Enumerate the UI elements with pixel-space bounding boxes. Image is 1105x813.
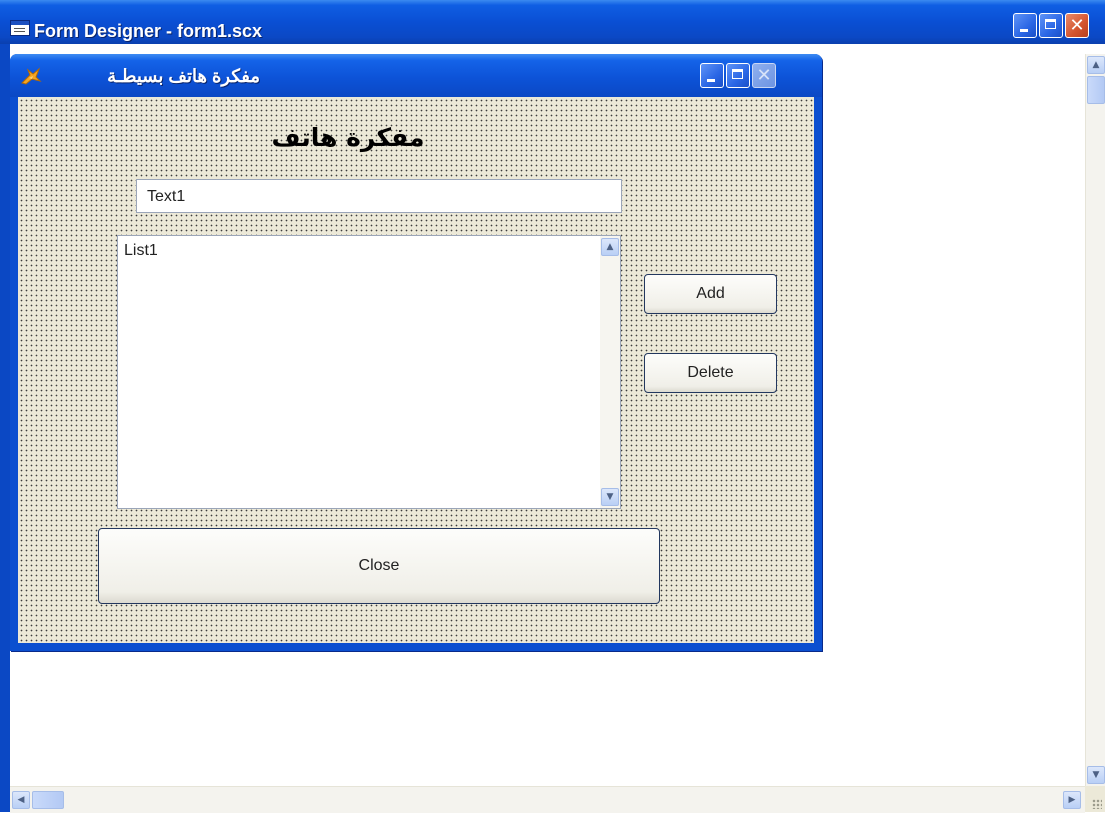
maximize-icon xyxy=(732,69,743,79)
scroll-right-button[interactable]: ▶ xyxy=(1063,791,1081,809)
form-minimize-button[interactable] xyxy=(700,63,724,88)
add-button[interactable]: Add xyxy=(644,274,777,314)
list1-listbox[interactable]: List1 ▲ ▼ xyxy=(117,235,621,509)
close-icon: ✕ xyxy=(1069,15,1085,36)
minimize-icon xyxy=(707,79,715,82)
listbox-scroll-down-button[interactable]: ▼ xyxy=(601,488,619,506)
text1-textbox[interactable]: Text1 xyxy=(136,179,622,213)
form-designer-icon xyxy=(10,20,30,36)
window-border xyxy=(0,44,10,812)
minimize-icon xyxy=(1020,29,1028,32)
form-window[interactable]: مفكرة هاتف بسيطـة ✕ مفكرة هاتف Text1 Lis… xyxy=(10,54,822,651)
form-titlebar[interactable]: مفكرة هاتف بسيطـة ✕ xyxy=(10,54,822,97)
form-close-button: ✕ xyxy=(752,63,776,88)
listbox-caption: List1 xyxy=(124,242,158,259)
delete-button[interactable]: Delete xyxy=(644,353,777,393)
form-designer-title: Form Designer - form1.scx xyxy=(34,21,263,41)
close-icon: ✕ xyxy=(756,65,772,86)
scroll-down-button[interactable]: ▼ xyxy=(1087,766,1105,784)
maximize-icon xyxy=(1045,19,1056,29)
vertical-scroll-thumb[interactable] xyxy=(1087,76,1105,104)
form-maximize-button[interactable] xyxy=(726,63,750,88)
horizontal-scroll-thumb[interactable] xyxy=(32,791,64,809)
scroll-up-button[interactable]: ▲ xyxy=(1087,56,1105,74)
form-title-label[interactable]: مفكرة هاتف xyxy=(248,123,448,152)
scroll-left-button[interactable]: ◀ xyxy=(12,791,30,809)
minimize-button[interactable] xyxy=(1013,13,1037,38)
foxpro-icon xyxy=(20,66,42,86)
close-button[interactable]: ✕ xyxy=(1065,13,1089,38)
listbox-scroll-up-button[interactable]: ▲ xyxy=(601,238,619,256)
listbox-scrollbar[interactable]: ▲ ▼ xyxy=(600,236,620,508)
resize-grip[interactable] xyxy=(1085,786,1105,812)
vertical-scrollbar[interactable]: ▲ ▼ xyxy=(1085,54,1105,786)
maximize-button[interactable] xyxy=(1039,13,1063,38)
form-designer-titlebar[interactable]: Form Designer - form1.scx ✕ xyxy=(0,0,1105,44)
close-form-button[interactable]: Close xyxy=(98,528,660,604)
horizontal-scrollbar[interactable]: ◀ ▶ xyxy=(10,786,1085,813)
form-design-canvas[interactable]: مفكرة هاتف Text1 List1 ▲ ▼ Add Delete Cl… xyxy=(18,97,814,643)
form-window-title: مفكرة هاتف بسيطـة xyxy=(107,66,260,86)
